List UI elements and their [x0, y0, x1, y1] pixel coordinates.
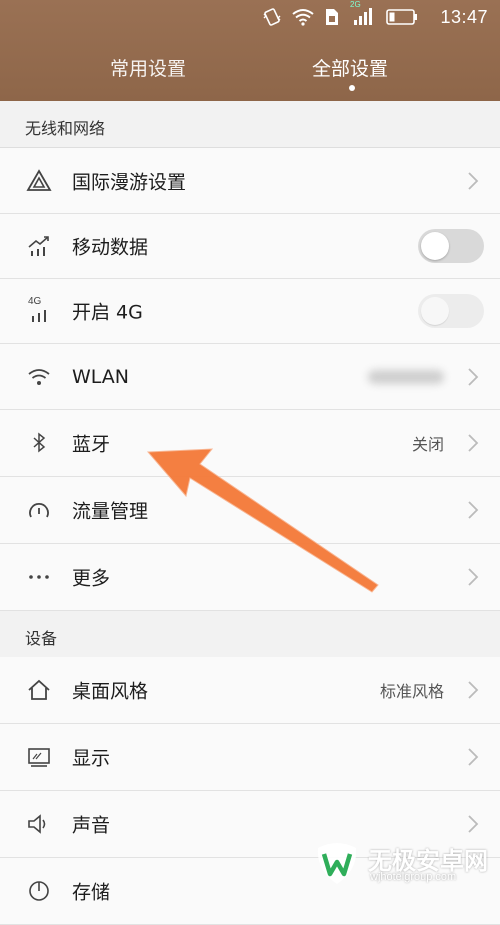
chevron-right-icon	[468, 748, 479, 766]
watermark-url: wjhotelgroup.com	[370, 871, 457, 883]
status-icons: 2G	[262, 0, 418, 27]
4g-icon: 4G	[25, 296, 53, 325]
tab-common-settings[interactable]: 常用设置	[110, 54, 186, 81]
row-label: 国际漫游设置	[72, 171, 187, 193]
toggle-knob	[421, 297, 449, 325]
toggle-knob	[421, 232, 449, 260]
roaming-triangle-icon	[26, 168, 52, 191]
data-usage-icon	[29, 503, 49, 518]
wifi-status-icon	[292, 9, 314, 26]
chevron-right-icon	[468, 681, 479, 699]
enable-4g-toggle[interactable]	[418, 294, 484, 328]
chevron-right-icon	[468, 568, 479, 586]
row-wlan[interactable]: WLAN	[0, 344, 500, 410]
speaker-icon	[28, 814, 46, 834]
chevron-right-icon	[468, 171, 479, 190]
row-data-usage[interactable]: 流量管理	[0, 477, 500, 544]
header: 2G 13:47 常用设置 全部设置	[0, 0, 500, 101]
mobile-data-toggle[interactable]	[418, 229, 484, 263]
row-home-screen-style[interactable]: 桌面风格 标准风格	[0, 657, 500, 724]
vibrate-icon	[263, 8, 281, 26]
row-mobile-data[interactable]: 移动数据	[0, 214, 500, 279]
status-time: 13:47	[440, 7, 488, 27]
row-label: 存储	[72, 881, 111, 904]
active-tab-indicator	[349, 85, 355, 91]
section-header-wireless: 无线和网络	[0, 101, 500, 148]
storage-icon	[29, 881, 49, 901]
section-title-wireless: 无线和网络	[25, 119, 106, 138]
row-label: 蓝牙	[72, 433, 111, 456]
signal-2g-icon: 2G	[350, 0, 376, 27]
chevron-right-icon	[468, 815, 479, 833]
row-label: WLAN	[72, 365, 130, 388]
home-icon	[28, 679, 50, 700]
display-icon	[28, 748, 50, 767]
wlan-network-name-blurred	[368, 369, 444, 384]
row-label: 流量管理	[72, 500, 149, 523]
mobile-data-icon	[28, 236, 49, 256]
chevron-right-icon	[468, 367, 479, 386]
row-label: 更多	[72, 567, 111, 590]
chevron-right-icon	[468, 501, 479, 519]
bluetooth-icon	[33, 432, 46, 453]
row-more[interactable]: 更多	[0, 544, 500, 611]
row-bluetooth[interactable]: 蓝牙 关闭	[0, 410, 500, 477]
home-style-value: 标准风格	[379, 682, 444, 701]
watermark: 无极安卓网 wjhotelgroup.com	[312, 834, 500, 889]
row-label: 开启 4G	[72, 301, 143, 324]
watermark-logo-icon	[317, 843, 357, 884]
row-international-roaming[interactable]: 国际漫游设置	[0, 148, 500, 214]
section-title-device: 设备	[25, 629, 58, 648]
tab-all-settings[interactable]: 全部设置	[312, 54, 388, 81]
row-label: 桌面风格	[72, 680, 149, 703]
bluetooth-status-value: 关闭	[411, 435, 444, 454]
row-display[interactable]: 显示	[0, 724, 500, 791]
tab-bar: 常用设置 全部设置	[0, 54, 500, 94]
row-enable-4g[interactable]: 4G 开启 4G	[0, 279, 500, 344]
battery-icon	[386, 9, 417, 25]
row-label: 声音	[72, 814, 111, 837]
row-label: 移动数据	[72, 236, 149, 259]
status-bar: 2G 13:47	[0, 0, 500, 36]
more-dots-icon	[29, 575, 49, 579]
chevron-right-icon	[468, 434, 479, 452]
row-label: 显示	[72, 747, 111, 770]
sim-icon	[326, 9, 338, 25]
section-header-device: 设备	[0, 611, 500, 658]
wifi-icon	[28, 368, 50, 385]
